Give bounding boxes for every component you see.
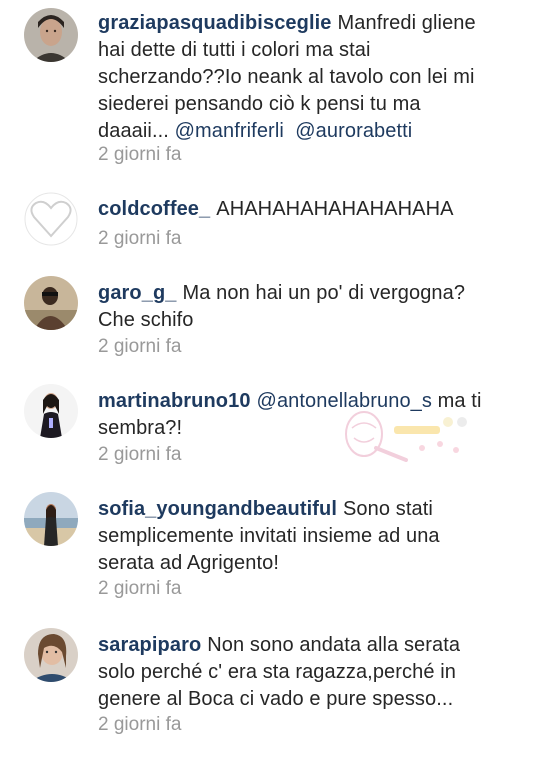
comment-text: sofia_youngandbeautiful Sono stati sempli… — [98, 498, 440, 574]
comment-timestamp[interactable]: 2 giorni fa — [98, 444, 181, 466]
comment-text: garo_g_ Ma non hai un po' di vergogna? Ch… — [98, 282, 466, 331]
beach-photo-avatar[interactable] — [24, 492, 78, 546]
woman-portrait-avatar[interactable] — [24, 8, 78, 62]
watermark-logo — [336, 404, 486, 464]
comment-text: coldcoffee_ AHAHAHAHAHAHAHAHA — [98, 198, 454, 220]
comment-timestamp[interactable]: 2 giorni fa — [98, 228, 181, 250]
comment-username[interactable]: coldcoffee_ — [98, 198, 210, 220]
heart-outline-avatar[interactable] — [24, 192, 78, 246]
comment-username[interactable]: sarapiparo — [98, 634, 201, 656]
comment-timestamp[interactable]: 2 giorni fa — [98, 336, 181, 358]
mention-link[interactable]: @aurorabetti — [295, 120, 412, 142]
girl-photo-avatar[interactable] — [24, 384, 78, 438]
comment-username[interactable]: martinabruno10 — [98, 390, 251, 412]
man-photo-avatar[interactable] — [24, 276, 78, 330]
comment-timestamp[interactable]: 2 giorni fa — [98, 144, 181, 166]
selfie-avatar[interactable] — [24, 628, 78, 682]
comment-timestamp[interactable]: 2 giorni fa — [98, 578, 181, 600]
comment-username[interactable]: graziapasquadibisceglie — [98, 12, 332, 34]
comment-text: graziapasquadibisceglie Manfredi gliene h… — [98, 12, 476, 142]
comment-username[interactable]: garo_g_ — [98, 282, 177, 304]
comment-timestamp[interactable]: 2 giorni fa — [98, 714, 181, 736]
comment-text: sarapiparo Non sono andata alla serata so… — [98, 634, 461, 710]
comment-username[interactable]: sofia_youngandbeautiful — [98, 498, 337, 520]
mention-link[interactable]: @manfriferli — [175, 120, 284, 142]
